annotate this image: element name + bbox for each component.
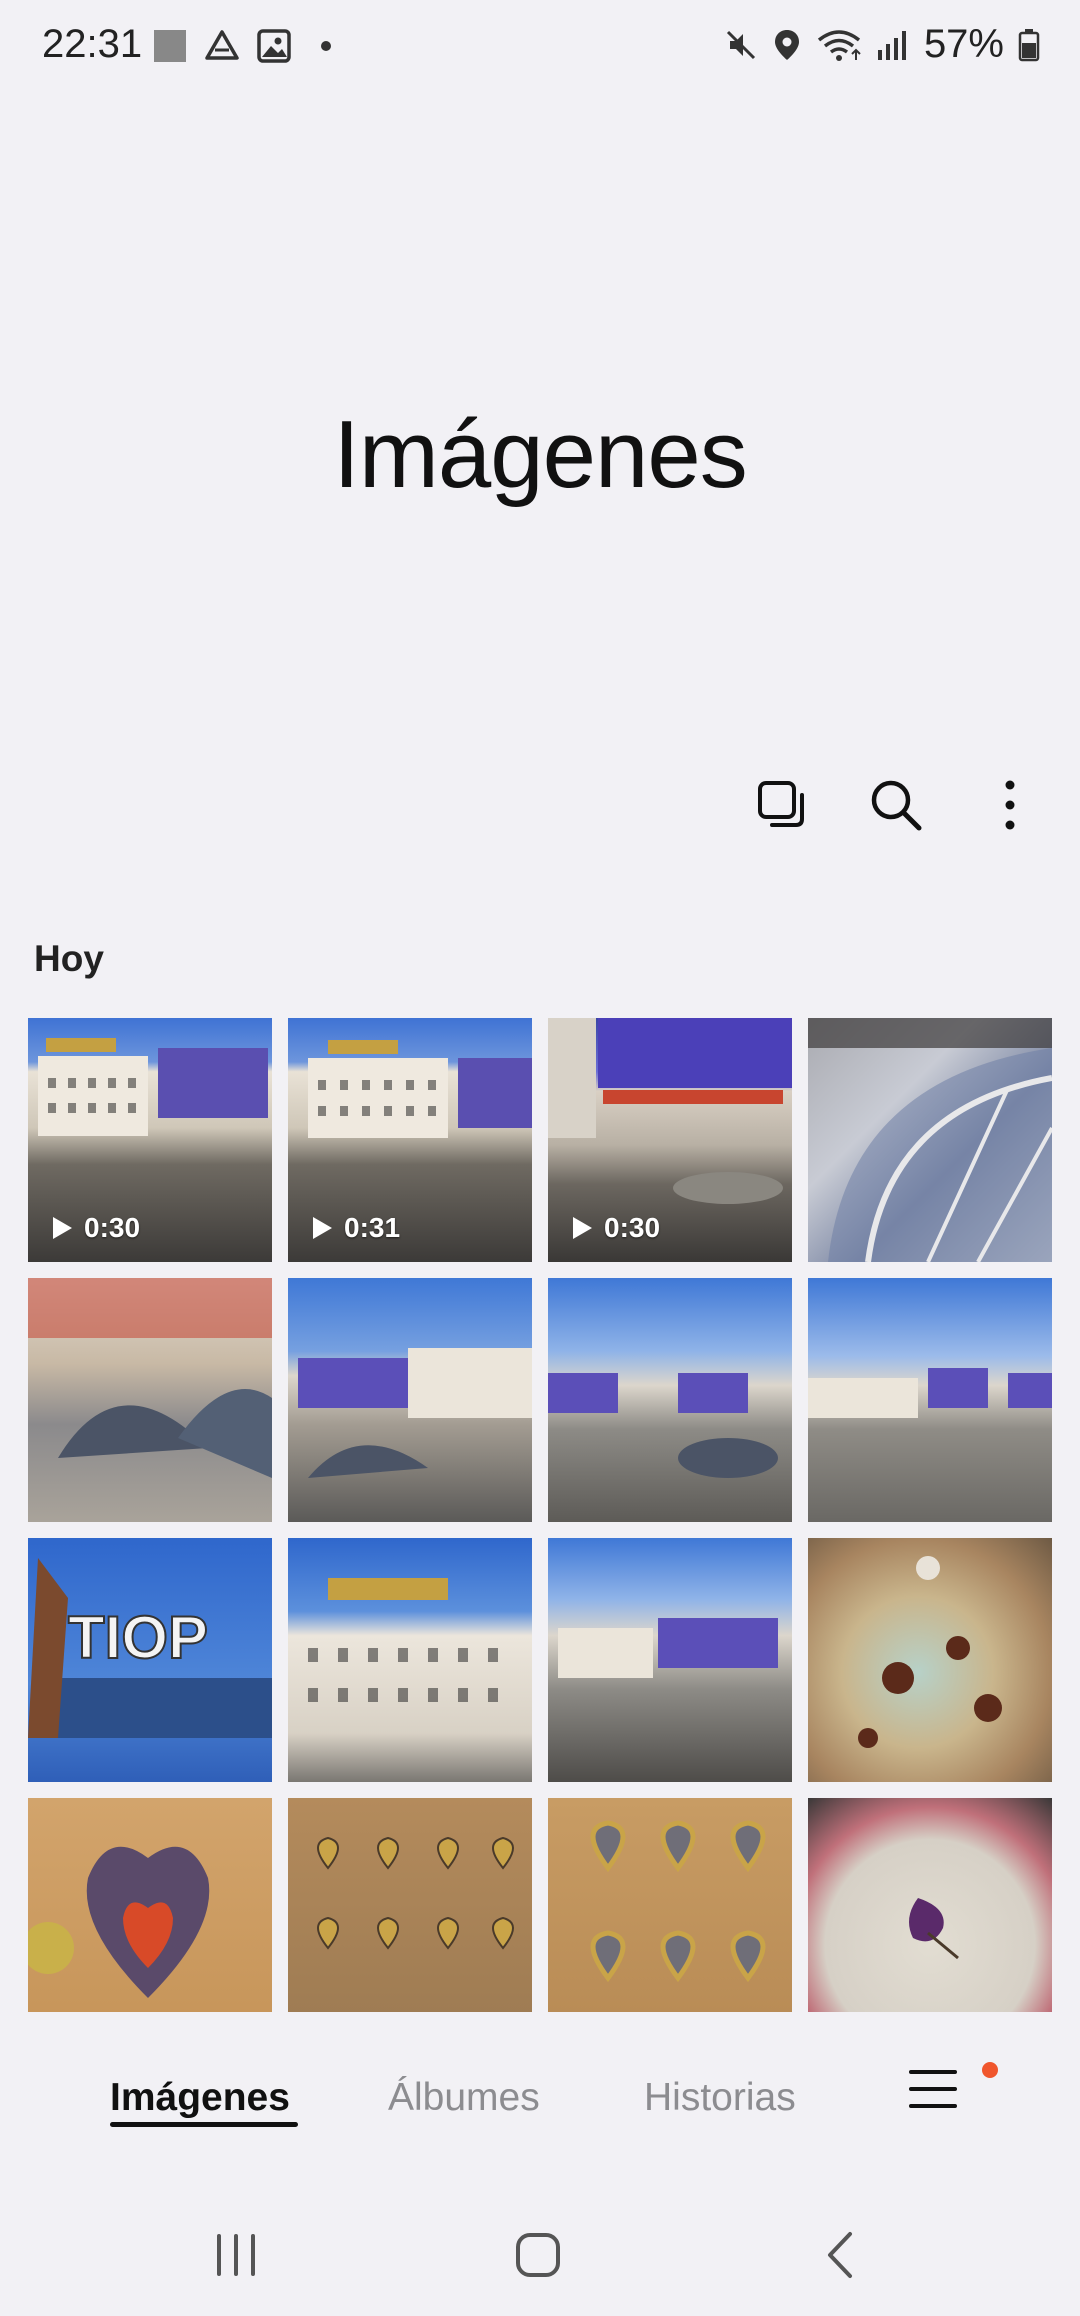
notification-badge [982,2062,998,2078]
back-button[interactable] [800,2220,880,2290]
more-options-icon [1002,779,1018,831]
video-thumbnail[interactable]: 0:30 [28,1018,272,1262]
video-duration: 0:31 [310,1212,400,1244]
photo-thumbnail[interactable] [288,1798,532,2012]
photo-thumbnail[interactable] [808,1278,1052,1522]
photo-thumbnail[interactable] [288,1538,532,1782]
photo-thumbnail[interactable] [28,1798,272,2012]
search-button[interactable] [866,775,926,835]
photo-thumbnail[interactable]: TIOP [28,1538,272,1782]
video-duration: 0:30 [50,1212,140,1244]
recents-button[interactable] [196,2220,276,2290]
status-time: 22:31 [42,22,143,66]
play-icon [570,1215,594,1241]
play-icon [50,1215,74,1241]
gallery-icon [256,28,292,64]
tab-albumes[interactable]: Álbumes [388,2076,540,2120]
page-title: Imágenes [333,401,748,508]
dot-icon [308,28,344,64]
photo-thumbnail[interactable] [28,1278,272,1522]
photo-thumbnail[interactable] [548,1278,792,1522]
select-icon [756,779,808,831]
photo-thumbnail[interactable] [808,1018,1052,1262]
location-icon [772,28,802,62]
photo-thumbnail[interactable] [808,1798,1052,2012]
menu-button[interactable] [908,2064,968,2124]
video-thumbnail[interactable]: 0:31 [288,1018,532,1262]
svg-text:TIOP: TIOP [68,1604,208,1671]
play-icon [310,1215,334,1241]
photo-thumbnail[interactable] [808,1538,1052,1782]
tab-imagenes[interactable]: Imágenes [110,2076,290,2120]
section-heading-today: Hoy [34,938,104,979]
signal-icon [876,28,910,62]
battery-percent: 57% [923,22,1004,66]
recents-icon [213,2232,259,2278]
system-nav-bar [0,2190,1080,2316]
video-thumbnail[interactable]: 0:30 [548,1018,792,1262]
drive-icon [204,28,240,64]
photo-thumbnail[interactable] [548,1538,792,1782]
photo-thumbnail[interactable] [548,1798,792,2012]
wifi-icon [816,28,862,62]
photo-thumbnail[interactable] [288,1278,532,1522]
home-button[interactable] [498,2220,578,2290]
screenshot-icon [152,28,188,64]
status-bar: 22:31 57% [0,0,1080,92]
video-duration: 0:30 [570,1212,660,1244]
search-icon [869,778,923,832]
back-icon [820,2230,860,2280]
photo-grid: 0:30 0:31 0:30 TIOP [28,1018,1052,2012]
mute-icon [724,28,758,62]
toolbar [752,775,1040,835]
active-tab-indicator [110,2122,298,2127]
hamburger-menu-icon [908,2064,968,2114]
tab-historias[interactable]: Historias [644,2076,796,2120]
home-icon [513,2230,563,2280]
select-button[interactable] [752,775,812,835]
more-options-button[interactable] [980,775,1040,835]
battery-icon [1018,28,1040,62]
